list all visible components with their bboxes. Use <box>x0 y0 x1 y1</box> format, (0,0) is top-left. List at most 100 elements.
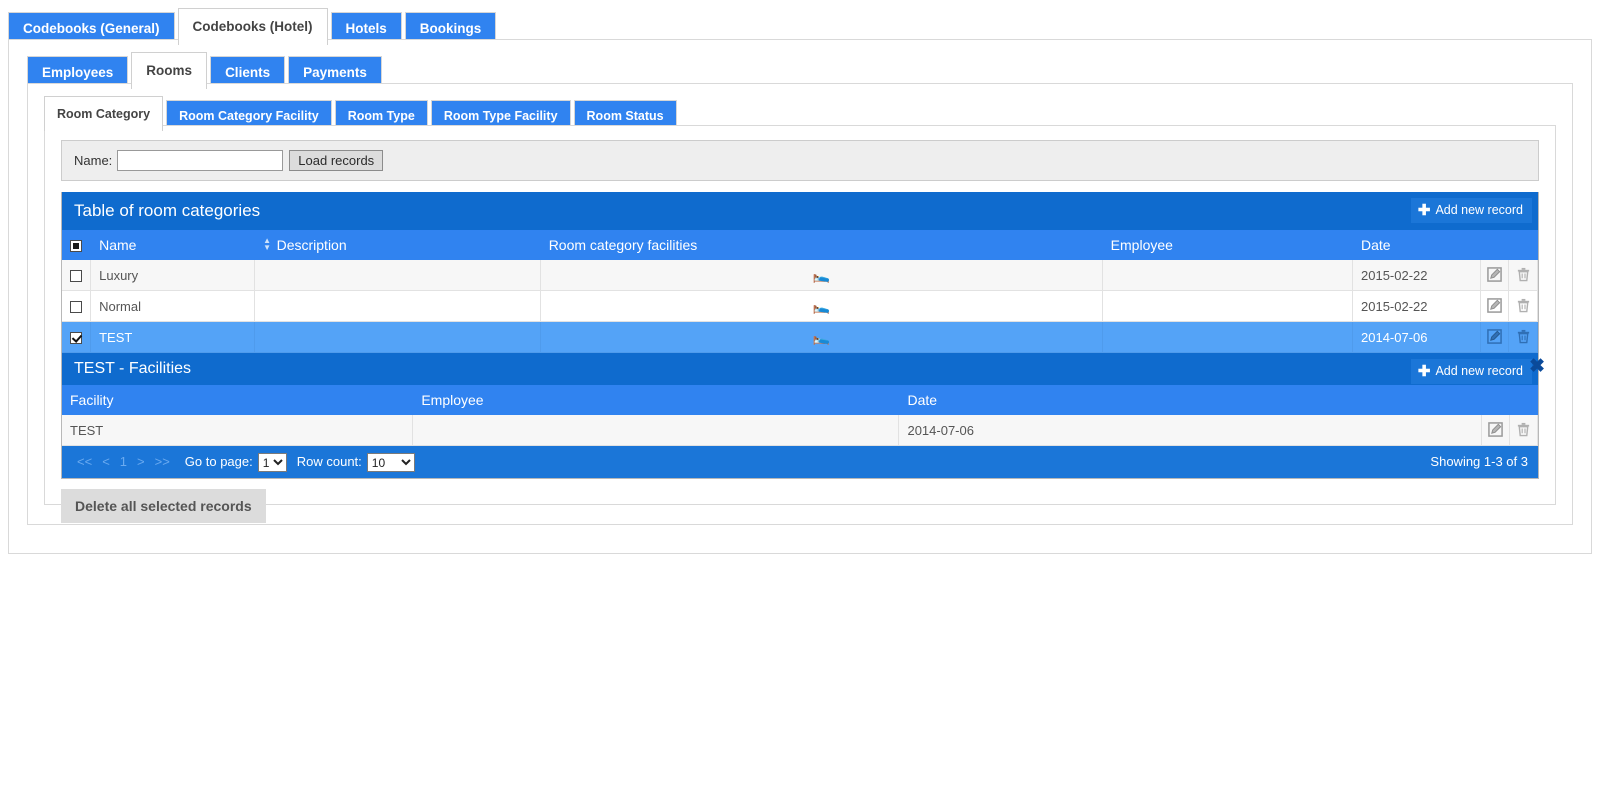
cell-facilities: 🛌 <box>540 290 1103 322</box>
cell-date: 2014-07-06 <box>898 415 1482 446</box>
room-categories-grid-title: Table of room categories ✚ Add new record <box>62 192 1538 230</box>
room-category-panel: Name: Load records Table of room categori… <box>44 125 1556 523</box>
secondary-tab-bar: Employees Rooms Clients Payments <box>9 40 1591 89</box>
row-count-select[interactable]: 10 <box>366 453 415 473</box>
subgrid-add-new-record-label: Add new record <box>1435 364 1523 378</box>
trash-icon[interactable] <box>1512 326 1534 348</box>
select-all-header <box>62 230 92 260</box>
delete-all-selected-button[interactable]: Delete all selected records <box>61 489 266 523</box>
close-icon[interactable]: ✖ <box>1529 357 1545 376</box>
table-row[interactable]: TEST 🛌 2014-07-06 <box>62 321 1538 353</box>
edit-cell <box>1480 260 1510 291</box>
subgrid-header-row: Facility Employee Date <box>62 385 1539 415</box>
subgrid-add-new-record-button[interactable]: ✚ Add new record <box>1410 359 1532 384</box>
facilities-table: Facility Employee Date TEST 2014-07-06 <box>62 385 1539 446</box>
column-label-description: Description <box>276 237 347 253</box>
pagination-bar: << <1 > >> Go to page: 1 Row count: 10 Showi… <box>62 446 1538 478</box>
last-page-button[interactable]: >> <box>150 452 175 472</box>
tab-codebooks-hotel[interactable]: Codebooks (Hotel) <box>177 8 328 45</box>
trash-icon[interactable] <box>1512 295 1534 317</box>
column-header-date[interactable]: Date <box>898 385 1482 415</box>
column-header-description[interactable]: ▲ ▼ Description <box>254 230 541 260</box>
row-checkbox[interactable] <box>70 331 83 344</box>
column-header-employee[interactable]: Employee <box>412 385 900 415</box>
edit-icon[interactable] <box>1484 264 1506 286</box>
bed-icon: 🛌 <box>812 297 830 314</box>
column-label-facility: Facility <box>70 392 114 408</box>
column-label-employee: Employee <box>1110 237 1173 253</box>
row-checkbox[interactable] <box>70 300 83 313</box>
edit-icon[interactable] <box>1484 326 1506 348</box>
column-header-facilities[interactable]: Room category facilities <box>540 230 1103 260</box>
cell-description <box>254 290 541 322</box>
goto-page-label: Go to page: <box>184 454 253 469</box>
tab-rooms[interactable]: Rooms <box>131 52 208 89</box>
column-header-facility[interactable]: Facility <box>62 385 414 415</box>
edit-cell <box>1480 321 1510 353</box>
sort-arrow-icon: ▲ ▼ <box>263 236 272 252</box>
goto-page-select[interactable]: 1 <box>257 453 287 473</box>
column-header-edit <box>1480 230 1510 260</box>
table-row[interactable]: TEST 2014-07-06 <box>62 415 1539 446</box>
edit-icon[interactable] <box>1484 295 1506 317</box>
delete-cell <box>1509 415 1539 446</box>
room-categories-table: Name ▲ ▼ Description Room category facili… <box>62 230 1538 353</box>
column-header-delete <box>1509 385 1539 415</box>
edit-icon[interactable] <box>1484 419 1506 441</box>
delete-cell <box>1508 321 1538 353</box>
column-header-employee[interactable]: Employee <box>1102 230 1354 260</box>
cell-name: Normal <box>90 290 255 322</box>
tertiary-tab-bar: Room Category Room Category Facility Room … <box>28 84 1572 131</box>
cell-facilities: 🛌 <box>540 260 1103 291</box>
cell-date: 2014-07-06 <box>1352 321 1481 353</box>
primary-tab-bar: Codebooks (General) Codebooks (Hotel) Hote… <box>0 0 1600 45</box>
select-all-checkbox[interactable] <box>70 240 82 252</box>
cell-description <box>254 321 541 353</box>
table-row[interactable]: Luxury 🛌 2015-02-22 <box>62 260 1538 291</box>
cell-facilities: 🛌 <box>540 321 1103 353</box>
row-checkbox[interactable] <box>70 269 83 282</box>
prev-page-button[interactable]: < <box>97 452 115 472</box>
tab-room-category[interactable]: Room Category <box>44 96 164 131</box>
delete-cell <box>1508 290 1538 322</box>
row-select-cell <box>62 290 92 322</box>
column-header-name[interactable]: Name <box>90 230 255 260</box>
add-new-record-button[interactable]: ✚ Add new record <box>1410 198 1532 223</box>
edit-cell <box>1480 290 1510 322</box>
column-header-edit <box>1481 385 1510 415</box>
row-select-cell <box>62 321 92 353</box>
facilities-subgrid: TEST - Facilities ✚ Add new record ✖ Fac… <box>62 353 1545 446</box>
cell-employee <box>1102 290 1354 322</box>
edit-cell <box>1481 415 1510 446</box>
column-header-date[interactable]: Date <box>1352 230 1481 260</box>
load-records-button[interactable]: Load records <box>289 150 384 171</box>
codebooks-hotel-panel: Employees Rooms Clients Payments Room Categ… <box>8 39 1592 554</box>
column-label-name: Name <box>99 237 137 253</box>
room-categories-grid: Table of room categories ✚ Add new record <box>61 192 1545 479</box>
plus-icon: ✚ <box>1417 202 1431 219</box>
name-filter-label: Name: <box>74 153 113 168</box>
trash-icon[interactable] <box>1512 264 1534 286</box>
row-select-cell <box>62 260 92 291</box>
grid-footer: Delete all selected records <box>61 479 1539 523</box>
column-label-date: Date <box>1361 237 1391 253</box>
column-header-delete <box>1508 230 1538 260</box>
trash-icon[interactable] <box>1512 419 1534 441</box>
row-count-label: Row count: <box>296 454 362 469</box>
delete-cell <box>1508 260 1538 291</box>
bed-icon: 🛌 <box>812 328 830 345</box>
subgrid-title-text: TEST - Facilities <box>74 360 192 377</box>
first-page-button[interactable]: << <box>72 452 97 472</box>
cell-name: TEST <box>90 321 255 353</box>
rooms-panel: Room Category Room Category Facility Room … <box>27 83 1573 525</box>
column-label-facilities: Room category facilities <box>548 237 698 253</box>
name-filter-input[interactable] <box>117 150 284 171</box>
cell-employee <box>1102 321 1354 353</box>
bed-icon: 🛌 <box>812 266 830 283</box>
table-row[interactable]: Normal 🛌 2015-02-22 <box>62 290 1538 322</box>
column-label-date: Date <box>907 392 938 408</box>
table-header-row: Name ▲ ▼ Description Room category facili… <box>62 230 1538 260</box>
cell-employee <box>412 415 900 446</box>
next-page-button[interactable]: > <box>132 452 150 472</box>
page-number-1[interactable]: 1 <box>115 452 132 472</box>
